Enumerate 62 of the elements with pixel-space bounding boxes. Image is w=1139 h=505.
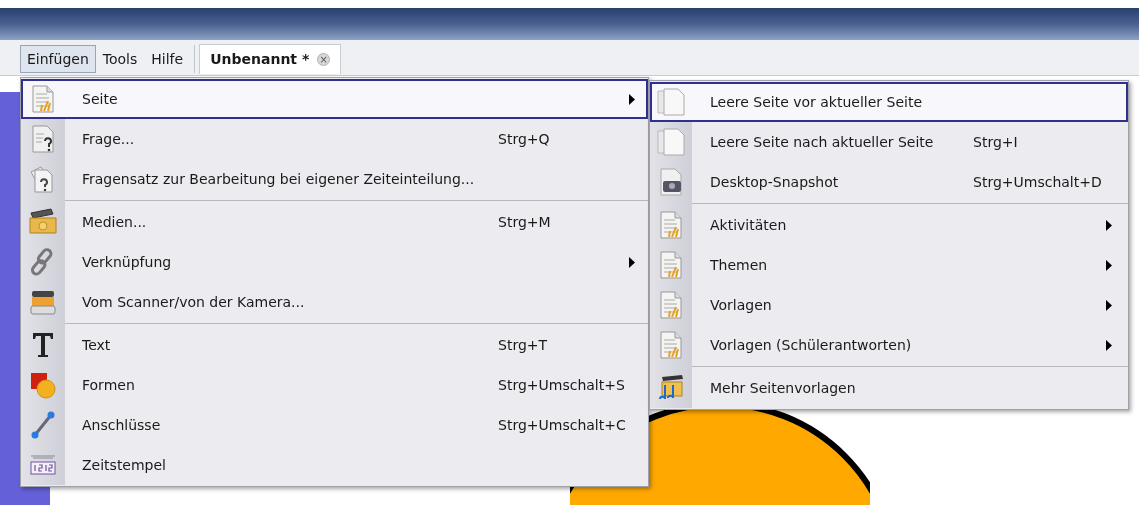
- shortcut-label: Strg+Umschalt+C: [498, 415, 626, 435]
- shortcut-label: Strg+Q: [498, 129, 550, 149]
- menu-item[interactable]: Seite: [21, 79, 648, 119]
- menu-item[interactable]: Verknüpfung: [21, 242, 648, 282]
- camera-page-icon: [657, 167, 685, 197]
- document-page-icon: [658, 290, 684, 320]
- menu-item[interactable]: Text Strg+T: [21, 325, 648, 365]
- shortcut-label: Strg+T: [498, 335, 548, 355]
- media-folder-icon: [28, 207, 58, 237]
- shortcut-label: Strg+M: [498, 212, 551, 232]
- menu-item[interactable]: Leere Seite nach aktueller Seite Strg+I: [650, 122, 1128, 162]
- shortcut-label: Strg+I: [973, 132, 1018, 152]
- menu-item[interactable]: Fragensatz zur Bearbeitung bei eigener Zeiteinteilung...: [21, 159, 648, 199]
- connector-icon: [29, 410, 57, 440]
- menu-item[interactable]: Leere Seite vor aktueller Seite: [650, 82, 1128, 122]
- menu-item-label: Verknüpfung: [82, 252, 172, 272]
- document-page-icon: [30, 84, 56, 114]
- document-tab[interactable]: Unbenannt * ×: [199, 44, 342, 74]
- menu-item[interactable]: Medien... Strg+M: [21, 202, 648, 242]
- menu-item-label: Leere Seite vor aktueller Seite: [710, 92, 923, 112]
- menu-item-label: Vom Scanner/von der Kamera...: [82, 292, 305, 312]
- menu-item-label: Fragensatz zur Bearbeitung bei eigener Zeiteinteilung...: [82, 169, 475, 189]
- document-page-icon: [658, 330, 684, 360]
- menu-item-label: Desktop-Snapshot: [710, 172, 839, 192]
- document-title: Unbenannt *: [210, 50, 310, 69]
- menu-item[interactable]: Anschlüsse Strg+Umschalt+C: [21, 405, 648, 445]
- menu-item[interactable]: Frage... Strg+Q: [21, 119, 648, 159]
- menu-item[interactable]: Zeitstempel: [21, 445, 648, 485]
- menu-item[interactable]: Desktop-Snapshot Strg+Umschalt+D: [650, 162, 1128, 202]
- menu-item-label: Text: [82, 335, 111, 355]
- shortcut-label: Strg+Umschalt+S: [498, 375, 625, 395]
- menu-item-label: Zeitstempel: [82, 455, 166, 475]
- menu-item[interactable]: Themen: [650, 245, 1128, 285]
- menu-item-label: Medien...: [82, 212, 147, 232]
- menu-item-label: Formen: [82, 375, 135, 395]
- menu-item-label: Leere Seite nach aktueller Seite: [710, 132, 934, 152]
- text-tool-icon: [30, 330, 56, 360]
- menu-item[interactable]: Vorlagen (Schülerantworten): [650, 325, 1128, 365]
- menu-item-label: Vorlagen (Schülerantworten): [710, 335, 912, 355]
- menu-bar-item[interactable]: Einfügen: [20, 45, 96, 73]
- blank-pages-icon: [656, 87, 686, 117]
- menu-item[interactable]: Formen Strg+Umschalt+S: [21, 365, 648, 405]
- menu-item-label: Mehr Seitenvorlagen: [710, 378, 856, 398]
- menu-item-label: Seite: [82, 89, 118, 109]
- menu-bar-item[interactable]: Tools: [95, 45, 145, 73]
- menu-item-label: Frage...: [82, 129, 135, 149]
- menu-item[interactable]: Vom Scanner/von der Kamera...: [21, 282, 648, 322]
- document-page-icon: [658, 250, 684, 280]
- menu-item-label: Aktivitäten: [710, 215, 787, 235]
- blank-pages-icon: [656, 127, 686, 157]
- question-page-icon: [30, 124, 56, 154]
- menu-item-label: Anschlüsse: [82, 415, 161, 435]
- shapes-icon: [29, 370, 57, 400]
- shortcut-label: Strg+Umschalt+D: [973, 172, 1102, 192]
- menu-item[interactable]: Mehr Seitenvorlagen: [650, 368, 1128, 408]
- close-tab-button[interactable]: ×: [317, 53, 331, 66]
- menu-item[interactable]: Vorlagen: [650, 285, 1128, 325]
- menu-item-label: Themen: [710, 255, 768, 275]
- menu-item-label: Vorlagen: [710, 295, 772, 315]
- menu-bar-item[interactable]: Hilfe: [144, 45, 191, 73]
- document-page-icon: [658, 210, 684, 240]
- menu-item[interactable]: Aktivitäten: [650, 205, 1128, 245]
